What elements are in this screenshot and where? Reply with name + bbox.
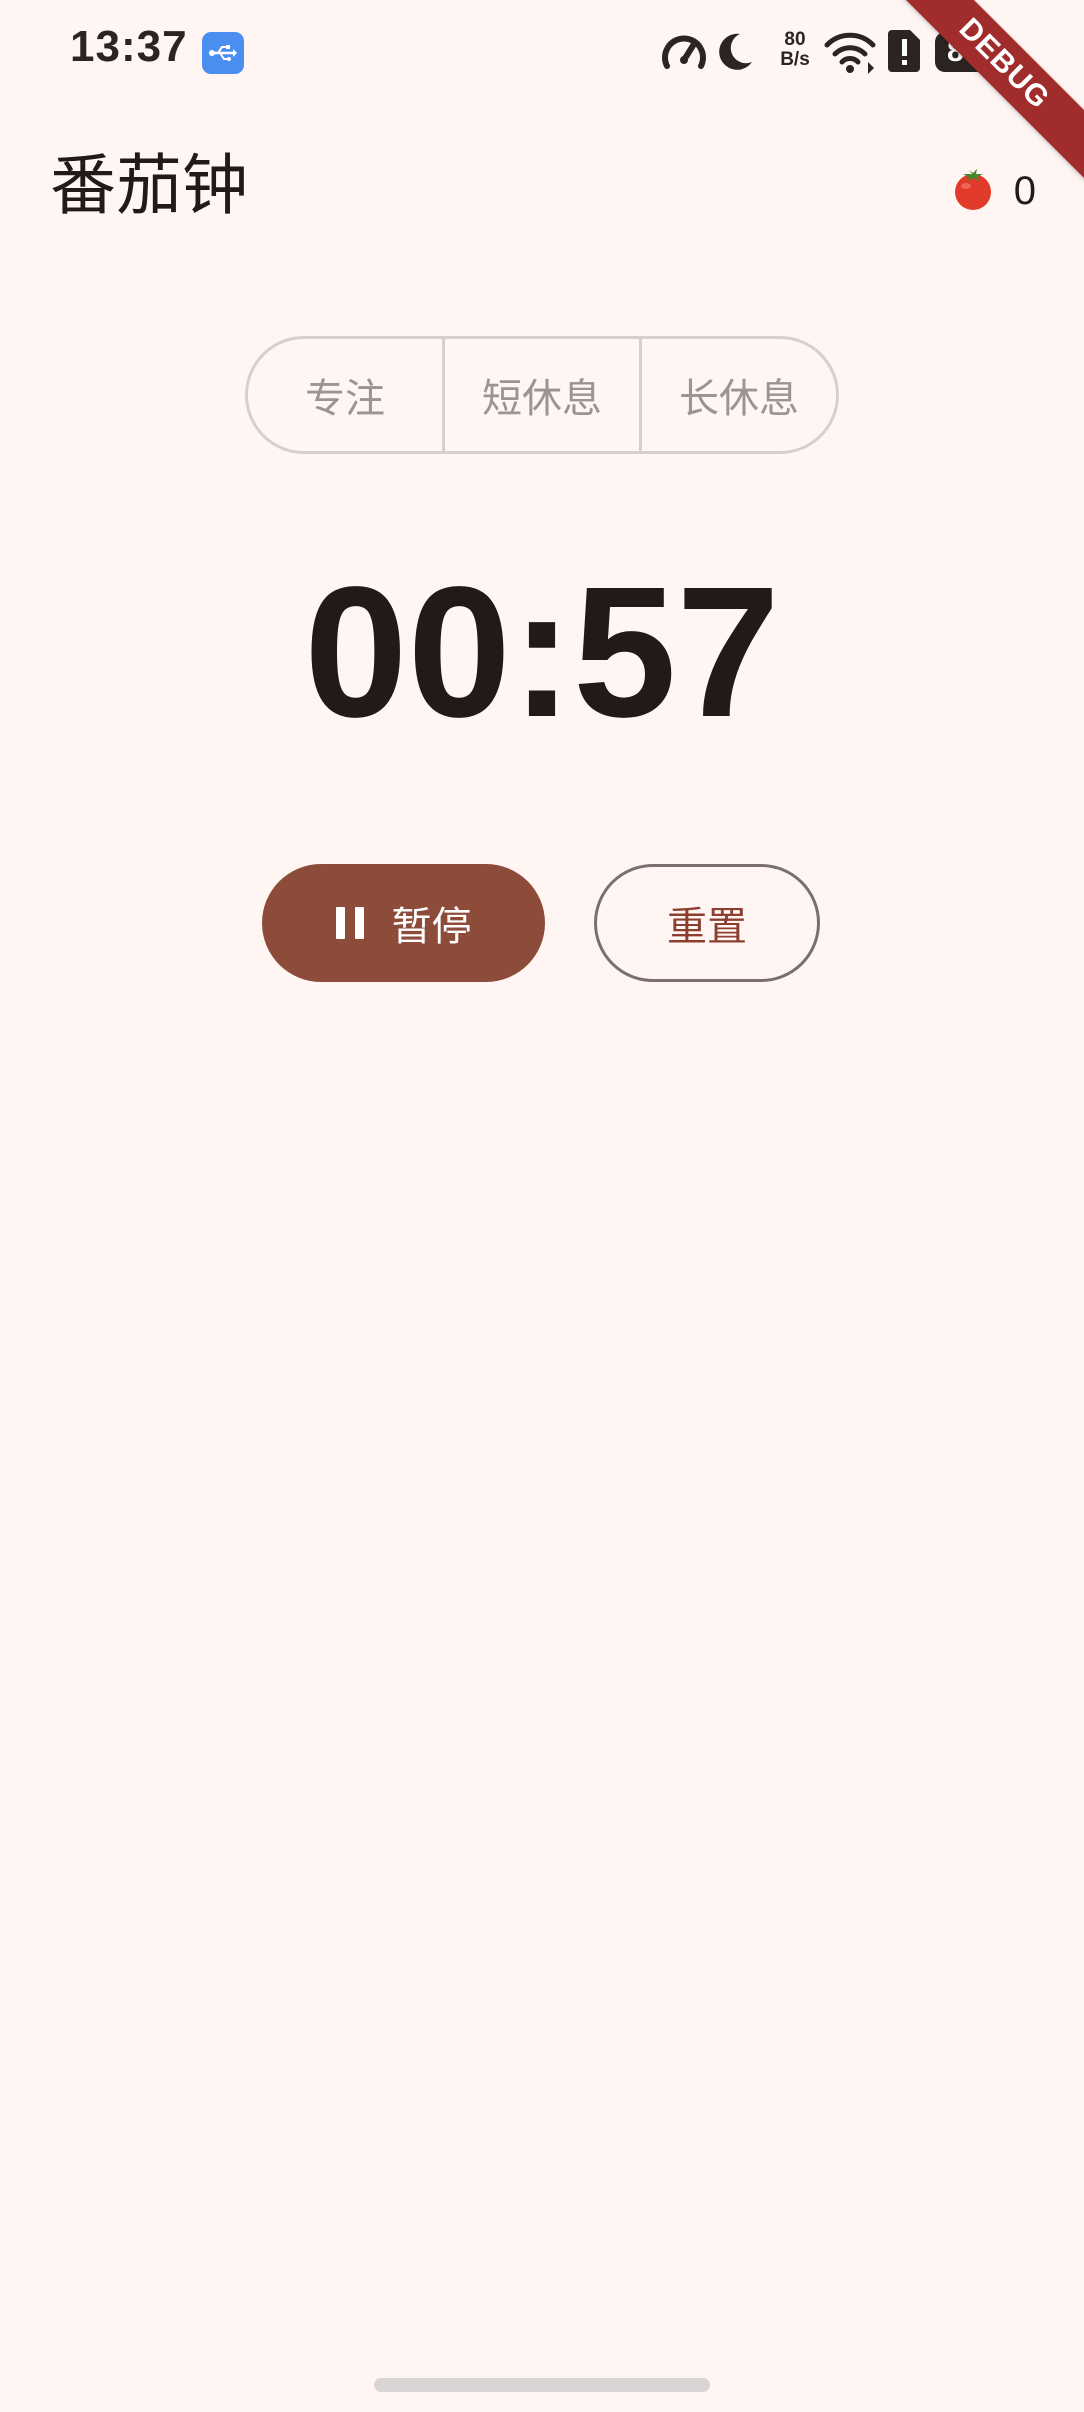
speed-gauge-icon	[660, 30, 708, 74]
home-indicator[interactable]	[374, 2378, 710, 2392]
countdown-display: 00:57	[304, 549, 780, 756]
network-speed-unit: B/s	[780, 49, 810, 70]
moon-icon	[714, 30, 756, 74]
mode-long-break-tab[interactable]: 长休息	[642, 339, 836, 451]
reset-button-label: 重置	[667, 904, 747, 950]
alert-icon	[888, 30, 920, 72]
network-speed: 80 B/s	[772, 30, 818, 70]
pause-icon	[335, 907, 364, 939]
pomodoro-count: 0	[1013, 168, 1036, 213]
wifi-icon	[824, 30, 876, 74]
network-speed-value: 80	[784, 29, 806, 50]
mode-short-break-tab[interactable]: 短休息	[445, 339, 642, 451]
page-title: 番茄钟	[50, 147, 248, 224]
reset-button[interactable]: 重置	[594, 864, 820, 982]
mode-focus-tab[interactable]: 专注	[248, 339, 445, 451]
pause-button-label: 暂停	[391, 904, 472, 950]
pomodoro-counter: 0	[950, 166, 1036, 216]
usb-icon	[202, 32, 244, 74]
mode-selector: 专注 短休息 长休息	[245, 336, 839, 454]
tomato-icon	[950, 166, 996, 216]
pause-button[interactable]: 暂停	[262, 864, 545, 982]
status-time: 13:37	[70, 22, 188, 71]
